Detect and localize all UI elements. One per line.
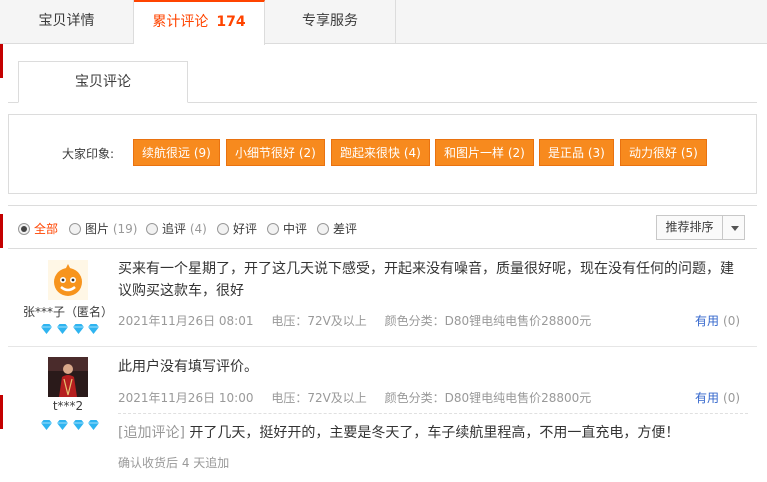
filter-count: (19): [112, 222, 138, 236]
filter-label: 差评: [333, 222, 358, 236]
review-text: 此用户没有填写评价。: [118, 359, 258, 375]
subtab-label: 宝贝评论: [75, 74, 131, 90]
left-accent-bar: [0, 214, 3, 248]
useful-count: (0): [723, 391, 741, 405]
avatar-icon: [48, 357, 88, 397]
impression-tag[interactable]: 小细节很好 (2): [226, 139, 325, 166]
diamond-icon: [56, 324, 68, 334]
filter-all[interactable]: 全部: [18, 220, 58, 237]
tab-label: 专享服务: [302, 13, 358, 29]
review-voltage: 电压：72V及以上: [271, 314, 367, 328]
tab-reviews[interactable]: 累计评论 174: [134, 0, 265, 45]
radio-icon: [69, 223, 81, 235]
review-count-badge: 174: [216, 14, 246, 30]
diamond-icon: [41, 324, 52, 334]
review-item: 张***子（匿名） 买来有一个星期了，开了这几天说下感受，开起来没有噪音，质量很…: [8, 249, 757, 347]
radio-icon: [217, 223, 229, 235]
diamond-icon: [88, 420, 100, 430]
radio-selected-icon: [18, 223, 30, 235]
impression-tag[interactable]: 和图片一样 (2): [435, 139, 534, 166]
filter-label: 好评: [233, 222, 258, 236]
filter-count: (4): [189, 222, 207, 236]
filter-label: 中评: [283, 222, 308, 236]
diamond-icon: [41, 420, 52, 430]
top-tab-bar: 宝贝详情 累计评论 174 专享服务: [0, 0, 767, 45]
filter-images[interactable]: 图片 (19): [69, 220, 137, 237]
useful-label: 有用: [695, 314, 720, 328]
impressions-label: 大家印象:: [62, 147, 115, 161]
review-color: 颜色分类：D80锂电纯电售价28800元: [384, 314, 592, 328]
tab-label: 宝贝详情: [38, 13, 95, 29]
review-date: 2021年11月26日 08:01: [118, 314, 254, 328]
diamond-icon: [72, 420, 84, 430]
review-item: t***2 此用户没有填写评价。 2021年11月26日 10:00 电压：72…: [8, 348, 757, 482]
review-meta: 2021年11月26日 08:01 电压：72V及以上 颜色分类：D80锂电纯电…: [118, 312, 605, 329]
diamond-icon: [56, 420, 68, 430]
followup-date: 确认收货后 4 天追加: [118, 456, 230, 470]
filter-neutral[interactable]: 中评: [267, 220, 307, 237]
useful-button[interactable]: 有用 (0): [695, 312, 740, 329]
followup-text: 开了几天，挺好开的，主要是冬天了，车子续航里程高，不用一直充电，方便！: [189, 425, 680, 441]
radio-icon: [146, 223, 158, 235]
reviewer-name: t***2: [52, 399, 84, 413]
impressions-panel: 大家印象: 续航很远 (9) 小细节很好 (2) 跑起来很快 (4) 和图片一样…: [8, 114, 757, 194]
review-text: 买来有一个星期了，开了这几天说下感受，开起来没有噪音，质量很好呢，现在没有任何的…: [118, 261, 734, 299]
tab-label: 累计评论: [152, 14, 209, 30]
review-meta: 2021年11月26日 10:00 电压：72V及以上 颜色分类：D80锂电纯电…: [118, 389, 605, 406]
impression-tag[interactable]: 是正品 (3): [539, 139, 614, 166]
subtab-item-reviews[interactable]: 宝贝评论: [18, 61, 188, 103]
vip-level-badge: [40, 323, 100, 335]
filter-negative[interactable]: 差评: [317, 220, 357, 237]
diamond-icon: [88, 324, 100, 334]
diamond-icon: [72, 324, 84, 334]
avatar-icon: [48, 260, 88, 300]
impression-tag[interactable]: 动力很好 (5): [620, 139, 707, 166]
radio-icon: [267, 223, 279, 235]
vip-level-badge: [40, 419, 100, 431]
filter-followup[interactable]: 追评 (4): [146, 220, 207, 237]
review-voltage: 电压：72V及以上: [271, 391, 367, 405]
useful-button[interactable]: 有用 (0): [695, 389, 740, 406]
filter-label: 追评: [162, 222, 187, 236]
review-color: 颜色分类：D80锂电纯电售价28800元: [384, 391, 592, 405]
sort-label: 推荐排序: [657, 216, 723, 239]
useful-count: (0): [723, 314, 741, 328]
followup-tag: [追加评论]: [118, 425, 185, 441]
followup-review: [追加评论] 开了几天，挺好开的，主要是冬天了，车子续航里程高，不用一直充电，方…: [118, 422, 679, 442]
useful-label: 有用: [695, 391, 720, 405]
chevron-down-icon: [731, 226, 739, 231]
dashed-divider: [118, 413, 748, 414]
filter-positive[interactable]: 好评: [217, 220, 257, 237]
left-accent-bar: [0, 395, 3, 429]
impression-tag[interactable]: 续航很远 (9): [133, 139, 220, 166]
radio-icon: [317, 223, 329, 235]
left-accent-bar: [0, 44, 3, 78]
impression-tag[interactable]: 跑起来很快 (4): [331, 139, 430, 166]
review-date: 2021年11月26日 10:00: [118, 391, 254, 405]
filter-label: 全部: [34, 222, 59, 236]
subtab-row: 宝贝评论: [8, 61, 757, 103]
tab-service[interactable]: 专享服务: [265, 0, 396, 44]
review-filter-bar: 全部 图片 (19) 追评 (4) 好评 中评 差评 推荐排序: [8, 205, 757, 249]
tab-item-detail[interactable]: 宝贝详情: [0, 0, 134, 44]
sort-dropdown[interactable]: 推荐排序: [656, 215, 745, 240]
reviewer-name: 张***子（匿名）: [22, 305, 113, 319]
filter-label: 图片: [85, 222, 110, 236]
